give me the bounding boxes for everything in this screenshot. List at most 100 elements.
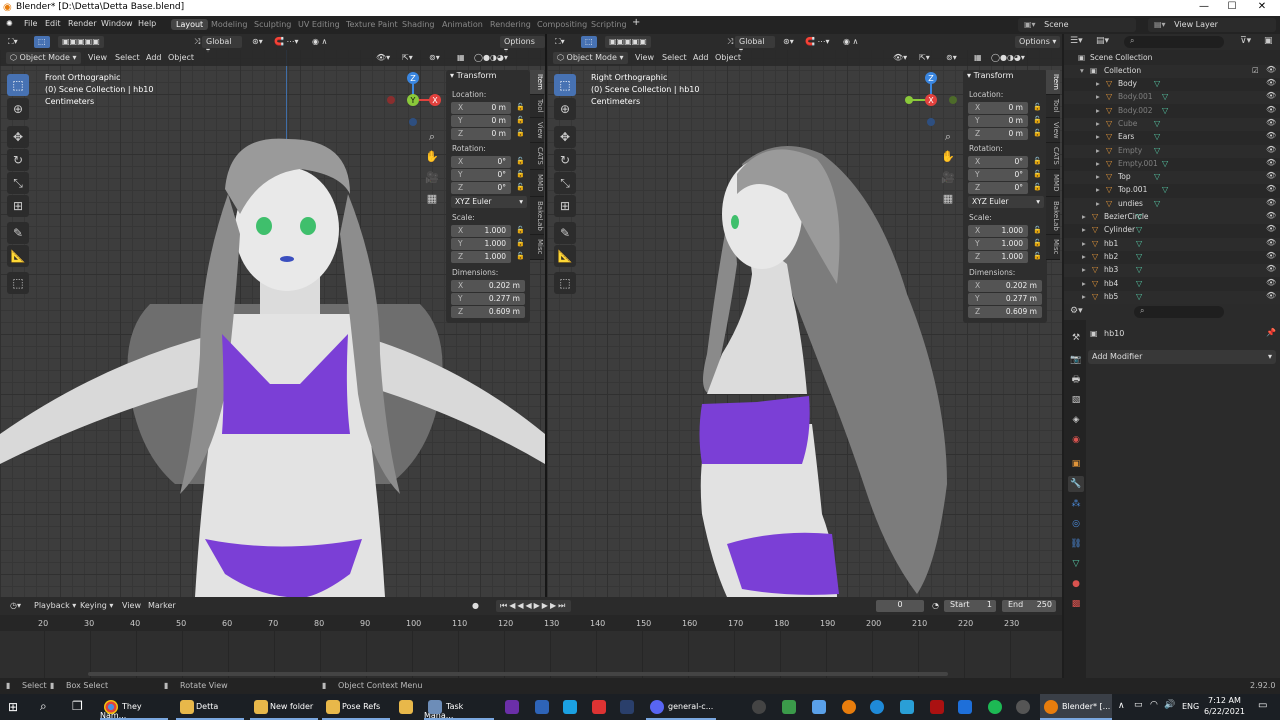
view-layer-tab-icon[interactable]: ▧	[1068, 392, 1084, 408]
eye-icon[interactable]: 👁	[1266, 91, 1276, 100]
rotation-z-field[interactable]: Z 0°	[968, 182, 1028, 194]
timeline-ruler[interactable]	[0, 615, 1062, 631]
location-x-field[interactable]: X0 m	[968, 102, 1028, 114]
app-icon[interactable]	[592, 700, 606, 714]
orientation-dropdown[interactable]: Global ▾	[202, 36, 242, 55]
outliner-root-item[interactable]: ▸ ▽ hb5 ▽ 👁	[1064, 290, 1280, 304]
output-tab-icon[interactable]: 🖶	[1068, 372, 1084, 388]
lock-icon[interactable]: 🔓	[1033, 103, 1042, 111]
eye-icon[interactable]: 👁	[1266, 171, 1276, 180]
lock-icon[interactable]: 🔓	[516, 103, 525, 111]
current-frame-field[interactable]: 0	[876, 600, 924, 612]
cursor-tool-icon[interactable]: ⊕	[554, 98, 576, 120]
lock-icon[interactable]: 🔓	[1033, 183, 1042, 191]
menu-window[interactable]: Window	[101, 19, 133, 28]
tab-animation[interactable]: Animation	[437, 19, 488, 30]
dimension-z-field[interactable]: Z 0.609 m	[451, 306, 525, 318]
editor-type-icon[interactable]: ⚙▾	[1070, 306, 1083, 316]
expand-icon[interactable]: ▸	[1096, 172, 1100, 181]
tab-rendering[interactable]: Rendering	[485, 19, 536, 30]
app-icon[interactable]	[505, 700, 519, 714]
network-icon[interactable]: ▭	[1134, 700, 1143, 710]
location-z-field[interactable]: Z0 m	[968, 128, 1028, 140]
eye-icon[interactable]: 👁	[1266, 65, 1276, 74]
dimension-y-field[interactable]: Y 0.277 m	[968, 293, 1042, 305]
tab-cats[interactable]: CATS	[1046, 143, 1060, 171]
select-mode-icons[interactable]: ▣▣▣▣▣	[58, 36, 104, 48]
outliner-item[interactable]: ▸ ▽ Body ▽ 👁	[1064, 78, 1280, 91]
eye-icon[interactable]: 👁	[1266, 198, 1276, 207]
editor-type-icon[interactable]: ⛶▾	[551, 36, 569, 48]
rotation-z-field[interactable]: Z 0°	[451, 182, 511, 194]
camera-icon[interactable]: 🎥	[941, 171, 955, 185]
scale-tool-icon[interactable]: ⤡	[554, 172, 576, 194]
zoom-icon[interactable]: ⌕	[941, 130, 955, 144]
scale-x-field[interactable]: X 1.000	[968, 225, 1028, 237]
language-indicator[interactable]: ENG	[1182, 702, 1199, 711]
app-icon[interactable]	[782, 700, 796, 714]
menu-select[interactable]: Select	[111, 52, 144, 64]
snap-icon[interactable]: 🧲 ⋯▾	[270, 36, 303, 48]
editor-type-icon[interactable]: ☰▾	[1070, 36, 1083, 46]
eye-icon[interactable]: 👁	[1266, 145, 1276, 154]
overlay-toggle-icon[interactable]: ⊚▾	[942, 52, 961, 64]
eye-icon[interactable]: 👁	[1266, 211, 1276, 220]
expand-icon[interactable]: ▸	[1082, 279, 1086, 288]
expand-icon[interactable]: ▸	[1082, 239, 1086, 248]
menu-view[interactable]: View	[118, 600, 145, 612]
scene-tab-icon[interactable]: ◈	[1068, 412, 1084, 428]
menu-add[interactable]: Add	[142, 52, 166, 64]
tab-scripting[interactable]: Scripting	[586, 19, 632, 30]
volume-icon[interactable]: 🔊	[1164, 700, 1175, 710]
outliner-item[interactable]: ▸ ▽ Empty ▽ 👁	[1064, 144, 1280, 158]
expand-icon[interactable]: ▾	[1080, 66, 1084, 75]
data-tab-icon[interactable]: ▽	[1068, 556, 1084, 572]
annotate-tool-icon[interactable]: ✎	[7, 222, 29, 244]
preview-range-icon[interactable]: ◔	[928, 600, 943, 612]
outliner-root-item[interactable]: ▸ ▽ hb4 ▽ 👁	[1064, 278, 1280, 291]
taskbar-task-manager[interactable]: Task Mana...	[424, 694, 494, 720]
annotate-tool-icon[interactable]: ✎	[554, 222, 576, 244]
gizmo-toggle-icon[interactable]: ⇱▾	[915, 52, 934, 64]
lock-icon[interactable]: 🔓	[516, 129, 525, 137]
menu-view[interactable]: View	[631, 52, 658, 64]
options-dropdown[interactable]: Options ▾	[500, 36, 545, 55]
tab-tool[interactable]: Tool	[1046, 95, 1060, 118]
tab-item[interactable]: Item	[530, 70, 544, 95]
expand-icon[interactable]: ▸	[1082, 252, 1086, 261]
transform-tool-icon[interactable]: ⊞	[7, 195, 29, 217]
menu-edit[interactable]: Edit	[45, 19, 61, 28]
location-x-field[interactable]: X0 m	[451, 102, 511, 114]
options-dropdown[interactable]: Options ▾	[1015, 36, 1061, 48]
pan-icon[interactable]: ✋	[941, 150, 955, 164]
outliner-root-item[interactable]: ▸ ▽ hb1 ▽ 👁	[1064, 237, 1280, 251]
pivot-icon[interactable]: ⊛▾	[779, 36, 798, 48]
expand-icon[interactable]: ▸	[1096, 106, 1100, 115]
overlay-toggle-icon[interactable]: ⊚▾	[425, 52, 444, 64]
location-y-field[interactable]: Y0 m	[968, 115, 1028, 127]
tab-compositing[interactable]: Compositing	[532, 19, 592, 30]
app-icon[interactable]	[620, 700, 634, 714]
scale-z-field[interactable]: Z 1.000	[968, 251, 1028, 263]
cursor-tool-icon[interactable]: ⊕	[7, 98, 29, 120]
tab-sculpting[interactable]: Sculpting	[249, 19, 296, 30]
rotation-mode-dropdown[interactable]: XYZ Euler ▾	[968, 196, 1044, 208]
start-frame-field[interactable]: Start 1	[944, 600, 996, 612]
app-icon[interactable]	[563, 700, 577, 714]
app-icon[interactable]	[812, 700, 826, 714]
tab-bakelab[interactable]: BakeLab	[530, 197, 544, 236]
ortho-toggle-icon[interactable]: ▦	[941, 192, 955, 206]
app-icon[interactable]	[900, 700, 914, 714]
expand-icon[interactable]: ▸	[1096, 119, 1100, 128]
expand-icon[interactable]: ▸	[1096, 159, 1100, 168]
tab-texture-paint[interactable]: Texture Paint	[341, 19, 403, 30]
add-modifier-dropdown[interactable]: Add Modifier ▾	[1088, 350, 1276, 364]
mode-dropdown[interactable]: ⬡ Object Mode ▾	[553, 52, 628, 64]
measure-tool-icon[interactable]: 📐	[554, 245, 576, 267]
lock-icon[interactable]: 🔓	[516, 116, 525, 124]
expand-icon[interactable]: ▸	[1082, 225, 1086, 234]
location-y-field[interactable]: Y0 m	[451, 115, 511, 127]
menu-object[interactable]: Object	[164, 52, 198, 64]
outliner-scene-collection[interactable]: ▣ Scene Collection	[1064, 52, 1280, 65]
scale-tool-icon[interactable]: ⤡	[7, 172, 29, 194]
